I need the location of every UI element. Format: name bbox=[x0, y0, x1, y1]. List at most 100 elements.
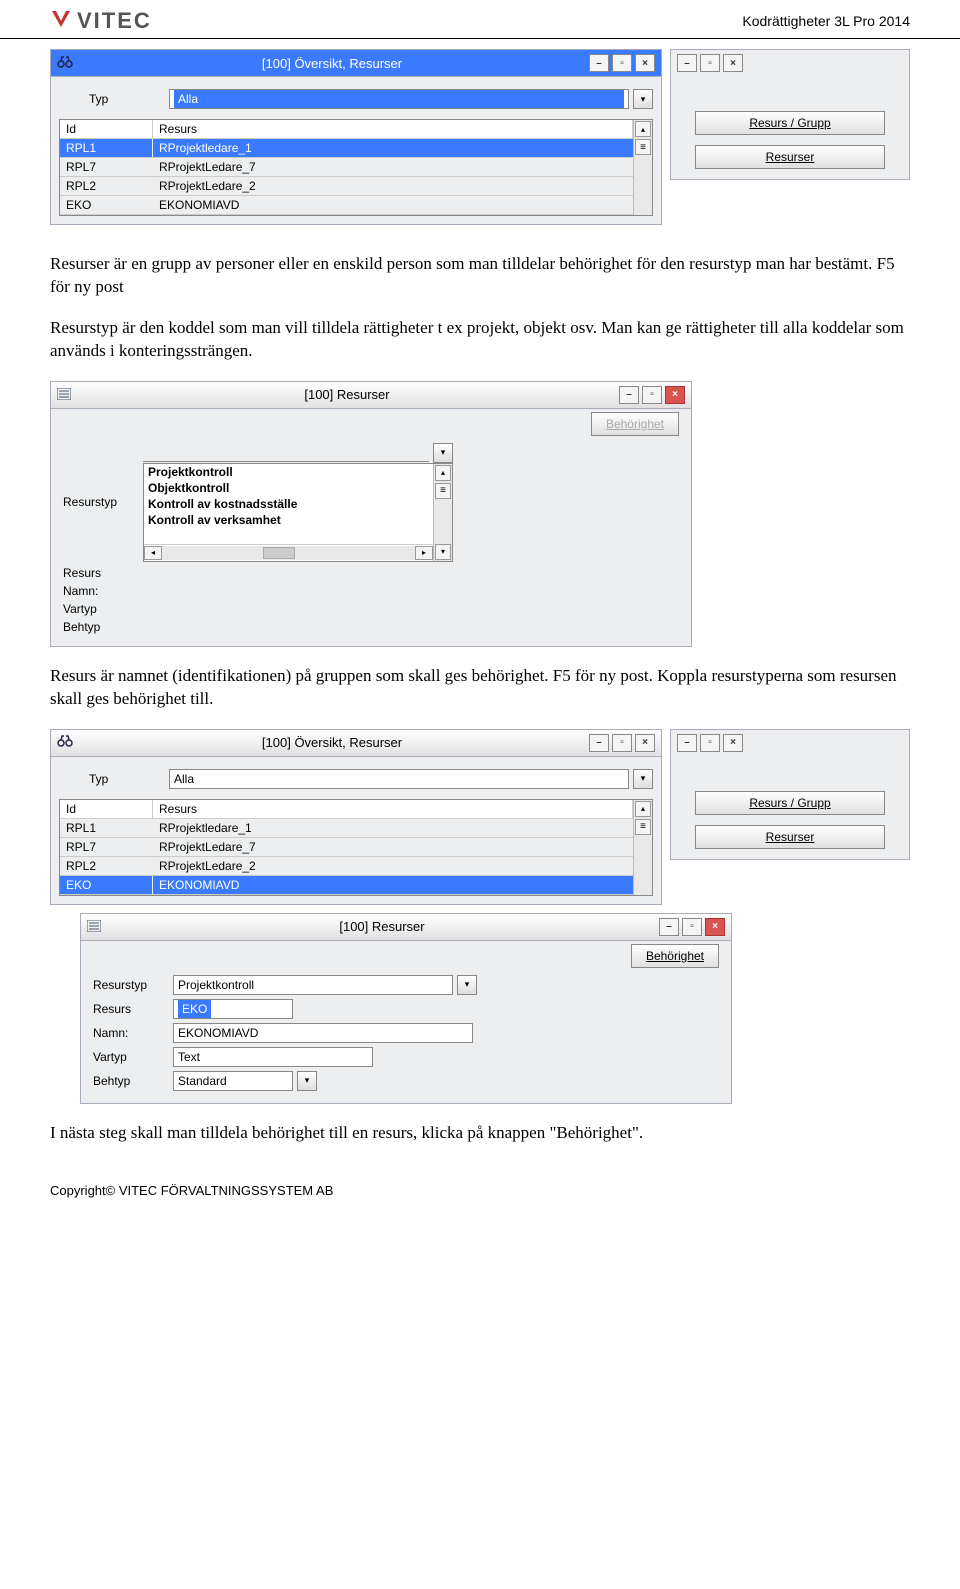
table-row[interactable]: EKO EKONOMIAVD bbox=[60, 196, 633, 215]
typ-dropdown-icon[interactable]: ▾ bbox=[633, 769, 653, 789]
list-icon bbox=[87, 919, 105, 935]
logo: VITEC bbox=[50, 8, 152, 34]
dropdown-icon[interactable]: ▾ bbox=[297, 1071, 317, 1091]
resurstyp-listbox[interactable]: Projektkontroll Objektkontroll Kontroll … bbox=[143, 463, 453, 562]
resurstyp-input[interactable]: Projektkontroll bbox=[173, 975, 453, 995]
minimize-button[interactable]: – bbox=[677, 54, 697, 72]
dropdown-icon[interactable]: ▾ bbox=[457, 975, 477, 995]
scroll-up-icon[interactable]: ▴ bbox=[635, 121, 651, 137]
behorighet-button[interactable]: Behörighet bbox=[591, 412, 679, 436]
scroll-thumb-icon[interactable]: ≡ bbox=[435, 483, 451, 499]
maximize-button[interactable]: ▫ bbox=[682, 918, 702, 936]
paragraph-3: Resurs är namnet (identifikationen) på g… bbox=[50, 665, 910, 711]
table-row[interactable]: EKO EKONOMIAVD bbox=[60, 875, 633, 894]
close-button[interactable]: × bbox=[723, 734, 743, 752]
paragraph-2: Resurstyp är den koddel som man vill til… bbox=[50, 317, 910, 363]
scrollbar[interactable]: ▴ ≡ bbox=[633, 120, 652, 215]
resource-table: Id Resurs RPL1 RProjektledare_1 RPL7 RPr… bbox=[59, 799, 653, 896]
minimize-button[interactable]: – bbox=[659, 918, 679, 936]
resurs-grupp-button[interactable]: Resurs / Grupp bbox=[695, 791, 885, 815]
table-row[interactable]: RPL1 RProjektledare_1 bbox=[60, 818, 633, 837]
list-icon bbox=[57, 387, 75, 403]
close-button[interactable]: × bbox=[665, 386, 685, 404]
scrollbar[interactable]: ▴ ≡ ▾ bbox=[433, 464, 452, 561]
maximize-button[interactable]: ▫ bbox=[612, 54, 632, 72]
vartyp-label: Vartyp bbox=[93, 1050, 173, 1064]
scroll-thumb-icon[interactable]: ≡ bbox=[635, 139, 651, 155]
dropdown-icon[interactable]: ▾ bbox=[433, 443, 453, 463]
window-title: [100] Översikt, Resurser bbox=[75, 735, 589, 750]
window-controls: – ▫ × bbox=[677, 54, 903, 72]
namn-label: Namn: bbox=[93, 1026, 173, 1040]
scroll-left-icon[interactable]: ◂ bbox=[144, 546, 162, 560]
window-controls: – ▫ × bbox=[589, 54, 655, 72]
maximize-button[interactable]: ▫ bbox=[700, 734, 720, 752]
resurstyp-label: Resurstyp bbox=[63, 495, 143, 509]
minimize-button[interactable]: – bbox=[619, 386, 639, 404]
window-controls: – ▫ × bbox=[589, 734, 655, 752]
table-row[interactable]: RPL2 RProjektLedare_2 bbox=[60, 856, 633, 875]
table-row[interactable]: RPL7 RProjektLedare_7 bbox=[60, 158, 633, 177]
table-row[interactable]: RPL2 RProjektLedare_2 bbox=[60, 177, 633, 196]
resurs-grupp-button[interactable]: Resurs / Grupp bbox=[695, 111, 885, 135]
list-item[interactable]: Projektkontroll bbox=[144, 464, 433, 480]
minimize-button[interactable]: – bbox=[589, 734, 609, 752]
window-controls: – ▫ × bbox=[619, 386, 685, 404]
col-resurs: Resurs bbox=[153, 800, 633, 819]
footer: Copyright© VITEC FÖRVALTNINGSSYSTEM AB bbox=[0, 1183, 960, 1208]
binoculars-icon bbox=[57, 734, 75, 751]
minimize-button[interactable]: – bbox=[589, 54, 609, 72]
table-row[interactable]: RPL1 RProjektledare_1 bbox=[60, 139, 633, 158]
side-panel-2: – ▫ × Resurs / Grupp Resurser bbox=[670, 729, 910, 860]
vartyp-label: Vartyp bbox=[63, 602, 143, 616]
resurser-button[interactable]: Resurser bbox=[695, 145, 885, 169]
scrollbar[interactable]: ▴ ≡ bbox=[633, 800, 652, 895]
scroll-right-icon[interactable]: ▸ bbox=[415, 546, 433, 560]
maximize-button[interactable]: ▫ bbox=[700, 54, 720, 72]
list-item[interactable]: Objektkontroll bbox=[144, 480, 433, 496]
behtyp-label: Behtyp bbox=[93, 1074, 173, 1088]
resurs-input[interactable]: EKO bbox=[173, 999, 293, 1019]
typ-dropdown-icon[interactable]: ▾ bbox=[633, 89, 653, 109]
namn-label: Namn: bbox=[63, 584, 143, 598]
behtyp-input[interactable]: Standard bbox=[173, 1071, 293, 1091]
resurs-label: Resurs bbox=[93, 1002, 173, 1016]
window-controls: – ▫ × bbox=[677, 734, 903, 752]
maximize-button[interactable]: ▫ bbox=[612, 734, 632, 752]
col-resurs: Resurs bbox=[153, 120, 633, 139]
minimize-button[interactable]: – bbox=[677, 734, 697, 752]
col-id: Id bbox=[60, 120, 153, 139]
list-item[interactable]: Kontroll av verksamhet bbox=[144, 512, 433, 528]
scroll-thumb-icon[interactable]: ≡ bbox=[635, 819, 651, 835]
close-button[interactable]: × bbox=[635, 54, 655, 72]
resurstyp-label: Resurstyp bbox=[93, 978, 173, 992]
typ-label: Typ bbox=[59, 92, 169, 106]
page-header: VITEC Kodrättigheter 3L Pro 2014 bbox=[0, 0, 960, 39]
typ-label: Typ bbox=[59, 772, 169, 786]
resource-table: Id Resurs RPL1 RProjektledare_1 RPL7 RPr… bbox=[59, 119, 653, 216]
window-resurser-2: [100] Resurser – ▫ × Behörighet Resursty… bbox=[80, 913, 732, 1104]
window-resurser-1: [100] Resurser – ▫ × Behörighet Resursty… bbox=[50, 381, 692, 647]
table-row[interactable]: RPL7 RProjektLedare_7 bbox=[60, 837, 633, 856]
vartyp-input[interactable]: Text bbox=[173, 1047, 373, 1067]
typ-input[interactable]: Alla bbox=[169, 89, 629, 109]
close-button[interactable]: × bbox=[635, 734, 655, 752]
list-item[interactable]: Kontroll av kostnadsställe bbox=[144, 496, 433, 512]
close-button[interactable]: × bbox=[705, 918, 725, 936]
side-panel-1: – ▫ × Resurs / Grupp Resurser bbox=[670, 49, 910, 180]
scroll-up-icon[interactable]: ▴ bbox=[435, 465, 451, 481]
typ-input[interactable]: Alla bbox=[169, 769, 629, 789]
behorighet-button[interactable]: Behörighet bbox=[631, 944, 719, 968]
behtyp-label: Behtyp bbox=[63, 620, 143, 634]
header-right: Kodrättigheter 3L Pro 2014 bbox=[742, 13, 910, 29]
window-title: [100] Översikt, Resurser bbox=[75, 56, 589, 71]
horizontal-scrollbar[interactable]: ◂ ▸ bbox=[144, 544, 433, 561]
namn-input[interactable]: EKONOMIAVD bbox=[173, 1023, 473, 1043]
scroll-down-icon[interactable]: ▾ bbox=[435, 544, 451, 560]
window-oversikt-1: [100] Översikt, Resurser – ▫ × Typ Alla … bbox=[50, 49, 662, 225]
resurs-label: Resurs bbox=[63, 566, 143, 580]
close-button[interactable]: × bbox=[723, 54, 743, 72]
resurser-button[interactable]: Resurser bbox=[695, 825, 885, 849]
scroll-up-icon[interactable]: ▴ bbox=[635, 801, 651, 817]
maximize-button[interactable]: ▫ bbox=[642, 386, 662, 404]
